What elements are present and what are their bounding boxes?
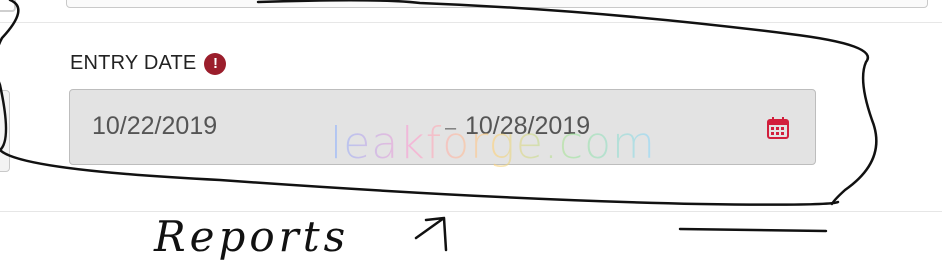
handwritten-note: Reports	[154, 212, 350, 261]
entry-date-label-row: ENTRY DATE !	[70, 52, 227, 75]
calendar-icon[interactable]	[765, 115, 791, 141]
entry-date-label: ENTRY DATE	[70, 52, 197, 74]
top-divider	[0, 22, 942, 23]
alert-circle-icon: !	[204, 52, 227, 75]
top-field-edge[interactable]	[66, 0, 928, 8]
watermark-text: leakforge.com	[330, 118, 656, 169]
start-date-value[interactable]: 10/22/2019	[92, 112, 217, 141]
top-left-input-edge[interactable]	[0, 0, 16, 12]
left-field-edge[interactable]	[0, 90, 10, 172]
bottom-divider	[0, 211, 942, 212]
